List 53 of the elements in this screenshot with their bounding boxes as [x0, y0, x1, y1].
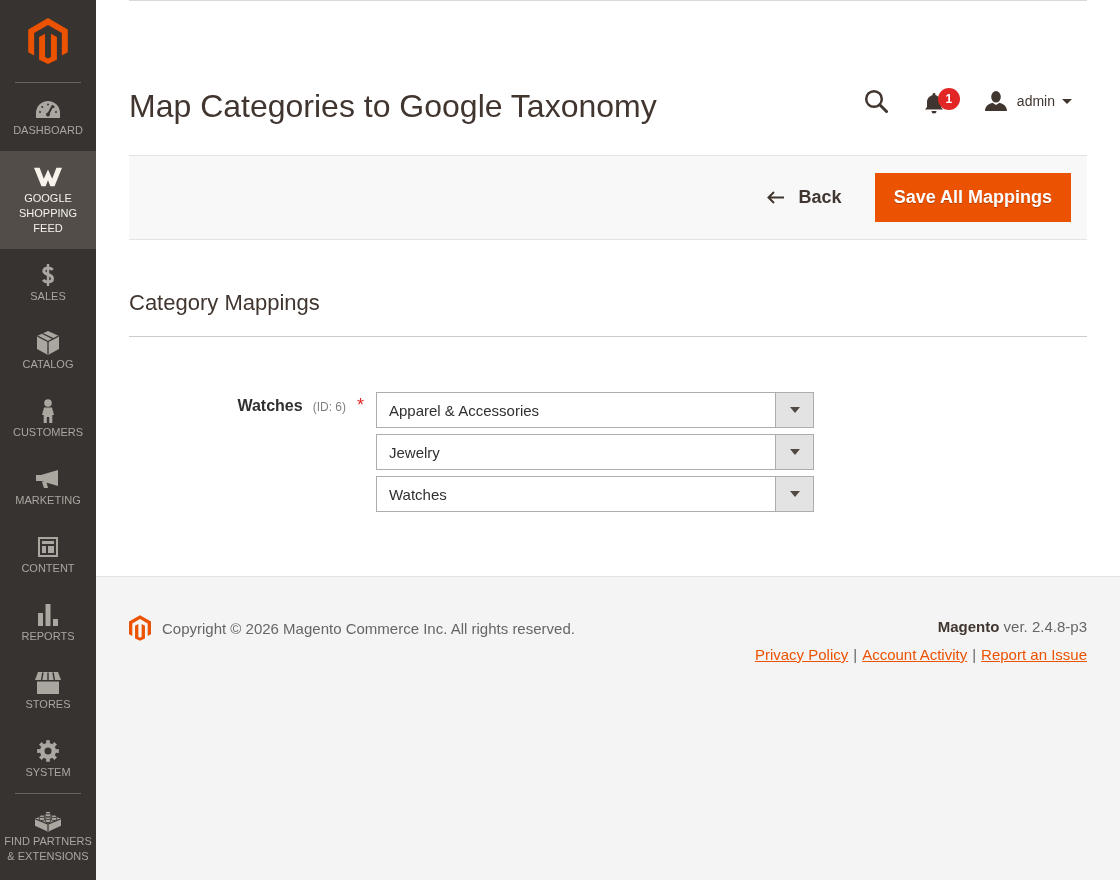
save-all-button[interactable]: Save All Mappings — [874, 173, 1071, 222]
w-shape-icon — [34, 167, 62, 187]
box-icon — [37, 331, 59, 355]
select-field[interactable]: Jewelry — [376, 434, 814, 470]
brick-icon — [35, 808, 61, 832]
sidebar-item[interactable]: SALES — [0, 249, 96, 317]
copyright-text: Copyright © 2026 Magento Commerce Inc. All rights reserved. — [162, 619, 575, 637]
footer-link[interactable]: Report an Issue — [981, 646, 1087, 663]
required-mark: * — [357, 394, 364, 417]
caret-icon — [1062, 98, 1072, 104]
sidebar-item[interactable]: REPORTS — [0, 589, 96, 657]
category-id: (ID: 6) — [312, 399, 346, 416]
caret-icon — [789, 407, 800, 413]
caret-icon — [789, 449, 800, 455]
gauge-icon — [36, 100, 60, 118]
layout-icon — [38, 537, 58, 557]
bell-icon — [923, 93, 944, 114]
select-field[interactable]: Watches — [376, 476, 814, 512]
sidebar-item[interactable]: GOOGLE SHOPPING FEED — [0, 151, 96, 249]
dollar-icon — [41, 264, 55, 286]
gear-icon — [37, 740, 59, 762]
user-icon — [984, 91, 1007, 111]
sidebar-item[interactable]: CATALOG — [0, 317, 96, 385]
storefront-icon — [35, 672, 61, 694]
sidebar-item[interactable]: DASHBOARD — [0, 83, 96, 151]
sidebar-item[interactable]: FIND PARTNERS & EXTENSIONS — [0, 794, 96, 877]
sidebar-item[interactable]: STORES — [0, 657, 96, 725]
logo-icon[interactable] — [28, 18, 68, 64]
sidebar-item[interactable]: SYSTEM — [0, 725, 96, 793]
footer-link[interactable]: Account Activity — [862, 646, 968, 663]
search-button[interactable] — [863, 89, 888, 113]
select-field[interactable]: Apparel & Accessories — [376, 392, 814, 428]
account-button[interactable]: admin — [984, 91, 1072, 111]
bar-chart-icon — [38, 604, 58, 626]
notification-badge: 1 — [937, 88, 960, 110]
logo-icon — [129, 615, 151, 641]
page-title: Map Categories to Google Taxonomy — [129, 88, 657, 124]
footer-link[interactable]: Privacy Policy — [754, 646, 849, 663]
link-separator: | — [972, 646, 977, 663]
arrow-left-icon — [766, 191, 784, 204]
person-icon — [42, 399, 54, 423]
sidebar-item[interactable]: MARKETING — [0, 453, 96, 521]
caret-icon — [789, 491, 800, 497]
back-button[interactable]: Back — [766, 177, 842, 218]
version-text: Magento ver. 2.4.8-p3 — [936, 617, 1087, 637]
notifications-button[interactable]: 1 — [923, 88, 960, 114]
sidebar-item[interactable]: CUSTOMERS — [0, 385, 96, 453]
megaphone-icon — [36, 470, 60, 488]
section-title: Category Mappings — [129, 290, 1087, 337]
field-label: Watches — [237, 396, 303, 416]
link-separator: | — [853, 646, 858, 663]
search-icon — [863, 89, 888, 113]
sidebar-item[interactable]: CONTENT — [0, 521, 96, 589]
